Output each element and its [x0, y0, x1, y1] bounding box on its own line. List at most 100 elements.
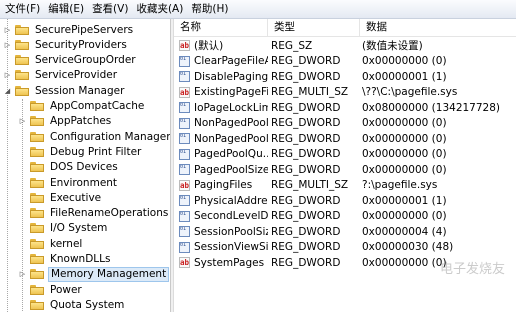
value-row[interactable]: 01 10 NonPagedPool...REG_DWORD 0x00000000 … [174, 116, 516, 132]
value-type: REG_DWORD [271, 256, 341, 269]
tree-item[interactable]: Environment [18, 175, 119, 190]
column-name-header[interactable]: 名称 [174, 19, 268, 36]
column-type-header[interactable]: 类型 [268, 19, 360, 36]
tree-item[interactable]: Power [18, 282, 84, 297]
value-name: ExistingPageFil... [194, 86, 268, 99]
binary-value-icon: 01 10 [179, 241, 190, 253]
folder-icon [30, 146, 44, 157]
tree-item[interactable]: ▷ Memory Management [18, 266, 170, 282]
tree-item[interactable]: ▷ AppPatches [18, 114, 113, 129]
string-value-icon: ab [179, 179, 190, 191]
tree-item[interactable]: Configuration Manager [18, 129, 170, 144]
binary-value-icon: 01 10 [179, 133, 190, 145]
tree-item-label: Memory Management [48, 266, 170, 282]
value-row[interactable]: 01 10 DisablePaging...REG_DWORD 0x00000001… [174, 69, 516, 85]
value-row[interactable]: 01 10 IoPageLockLimitREG_DWORD 0x08000000 … [174, 100, 516, 116]
value-row[interactable]: ab ExistingPageFil...REG_MULTI_SZ \??\C:\p… [174, 85, 516, 101]
expand-arrow-icon [18, 132, 27, 141]
tree-item[interactable]: KnownDLLs [18, 252, 112, 267]
string-value-icon: ab [179, 257, 190, 269]
folder-icon [30, 223, 44, 234]
value-row[interactable]: 01 10 PhysicalAddres...REG_DWORD 0x0000000… [174, 193, 516, 209]
value-name: PagedPoolSize [194, 163, 268, 176]
column-data-header[interactable]: 数据 [360, 19, 516, 36]
tree-item[interactable]: Debug Print Filter [18, 144, 143, 159]
menu-file[interactable]: 文件(F) [2, 0, 43, 18]
value-type: REG_DWORD [271, 225, 341, 238]
value-type: REG_DWORD [271, 163, 341, 176]
expand-arrow-icon[interactable]: ▷ [3, 40, 12, 49]
expand-arrow-icon[interactable]: ▷ [3, 25, 12, 34]
menu-edit[interactable]: 编辑(E) [45, 0, 87, 18]
value-data: 0x00000030 (48) [362, 241, 454, 254]
tree-item-label: ServiceProvider [35, 69, 118, 82]
tree-item-label: ServiceGroupOrder [35, 54, 136, 67]
value-row[interactable]: ab (默认) REG_SZ (数值未设置) [174, 38, 516, 54]
value-row[interactable]: 01 10 ClearPageFileA...REG_DWORD 0x0000000… [174, 54, 516, 70]
tree-item[interactable]: ServiceGroupOrder [3, 53, 138, 68]
tree-item[interactable]: DOS Devices [18, 160, 120, 175]
tree-item[interactable]: kernel [18, 236, 84, 251]
binary-value-icon: 01 10 [179, 226, 190, 238]
value-type: REG_DWORD [271, 55, 341, 68]
collapse-arrow-icon[interactable]: ◢ [3, 86, 12, 95]
tree-item[interactable]: I/O System [18, 221, 109, 236]
tree-item[interactable]: Executive [18, 190, 103, 205]
menu-favorites[interactable]: 收藏夹(A) [133, 0, 186, 18]
value-row[interactable]: 01 10 SessionViewSizeREG_DWORD 0x00000030 … [174, 240, 516, 256]
tree-item-label: AppCompatCache [50, 100, 145, 112]
tree-item-label: Executive [50, 191, 102, 204]
menu-view[interactable]: 查看(V) [89, 0, 131, 18]
tree-item[interactable]: ▷ SecurePipeServers [3, 22, 135, 37]
value-row[interactable]: 01 10 PagedPoolSizeREG_DWORD 0x00000000 (0… [174, 162, 516, 178]
folder-icon [30, 162, 44, 173]
folder-icon [15, 55, 29, 66]
value-type: REG_DWORD [271, 194, 341, 207]
value-row[interactable]: 01 10 NonPagedPool...REG_DWORD 0x00000000 … [174, 131, 516, 147]
value-data: 0x00000000 (0) [362, 117, 447, 130]
binary-value-icon: 01 10 [179, 210, 190, 222]
tree-item-label: Environment [50, 176, 118, 189]
expand-arrow-icon [3, 56, 12, 65]
tree-item[interactable]: ▷ ServiceProvider [3, 68, 119, 83]
expand-arrow-icon[interactable]: ▷ [18, 117, 27, 126]
value-type: REG_DWORD [271, 70, 341, 83]
expand-arrow-icon [18, 102, 27, 111]
value-data: 0x00000000 (0) [362, 148, 447, 161]
folder-icon [15, 70, 29, 81]
expand-arrow-icon [18, 255, 27, 264]
tree-item[interactable]: Quota System [18, 297, 126, 312]
expand-arrow-icon[interactable]: ▷ [18, 270, 27, 279]
tree-item-label: Session Manager [35, 84, 125, 97]
menu-bar: 文件(F) 编辑(E) 查看(V) 收藏夹(A) 帮助(H) [0, 0, 516, 19]
tree-item-label: SecurityProviders [35, 38, 127, 51]
column-header: 名称 类型 数据 [174, 19, 516, 37]
tree-item-label: Debug Print Filter [50, 145, 142, 158]
folder-icon [30, 284, 44, 295]
value-data: 0x00000001 (1) [362, 70, 447, 83]
tree-item[interactable]: FileRenameOperations [18, 206, 170, 221]
value-data: 0x00000000 (0) [362, 163, 447, 176]
value-row[interactable]: 01 10 SessionPoolSizeREG_DWORD 0x00000004 … [174, 224, 516, 240]
value-type: REG_SZ [271, 39, 313, 52]
registry-editor-window: 文件(F) 编辑(E) 查看(V) 收藏夹(A) 帮助(H) ▷ SecurePi… [0, 0, 516, 312]
value-name: NonPagedPool... [194, 117, 268, 130]
value-row[interactable]: 01 10 SecondLevelD...REG_DWORD 0x00000000 … [174, 209, 516, 225]
value-type: REG_DWORD [271, 241, 341, 254]
tree-item[interactable]: ◢ Session Manager [3, 83, 126, 98]
tree-item-label: KnownDLLs [50, 253, 111, 265]
tree-item[interactable]: ▷ SecurityProviders [3, 37, 129, 52]
value-name: SystemPages [194, 256, 265, 269]
value-type: REG_DWORD [271, 101, 341, 114]
menu-help[interactable]: 帮助(H) [188, 0, 231, 18]
tree-item[interactable]: AppCompatCache [18, 99, 146, 114]
folder-icon [30, 208, 44, 219]
value-name: PagedPoolQu... [194, 148, 268, 161]
value-row[interactable]: ab PagingFiles REG_MULTI_SZ ?:\pagefile.sys [174, 178, 516, 194]
value-row[interactable]: 01 10 PagedPoolQu...REG_DWORD 0x00000000 (… [174, 147, 516, 163]
folder-icon [30, 131, 44, 142]
expand-arrow-icon[interactable]: ▷ [3, 71, 12, 80]
key-tree[interactable]: ▷ SecurePipeServers ▷ SecurityProviders Serv… [0, 19, 170, 312]
value-data: 0x08000000 (134217728) [362, 101, 500, 114]
value-type: REG_MULTI_SZ [271, 86, 349, 99]
